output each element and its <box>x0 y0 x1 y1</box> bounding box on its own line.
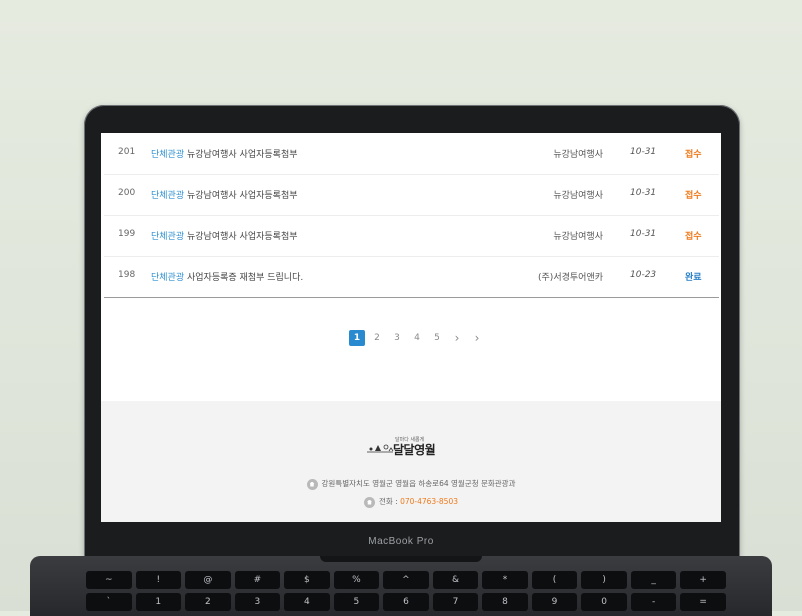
key: 9 <box>531 593 578 611</box>
keyboard-row: ` 1 2 3 4 5 6 7 8 9 0 - = <box>86 593 726 611</box>
key: _ <box>630 571 677 589</box>
footer-address: 강원특별자치도 영월군 영월읍 하송로64 영월군청 문화관광과 <box>101 478 721 490</box>
key: 8 <box>482 593 528 611</box>
row-author: 뉴강남여행사 <box>553 191 603 201</box>
row-title-text[interactable]: 뉴강남여행사 사업자등록첨부 <box>187 232 298 242</box>
row-number: 198 <box>118 270 136 280</box>
status-badge: 접수 <box>685 150 702 160</box>
row-title[interactable]: 단체관광 뉴강남여행사 사업자등록첨부 <box>151 147 298 160</box>
row-number: 199 <box>118 229 136 239</box>
key: 0 <box>581 593 627 611</box>
key: ( <box>531 571 578 589</box>
row-title[interactable]: 단체관광 뉴강남여행사 사업자등록첨부 <box>151 188 298 201</box>
page-link-2[interactable]: 2 <box>369 330 385 346</box>
key: = <box>680 593 726 611</box>
key: # <box>234 571 281 589</box>
key: @ <box>185 571 231 589</box>
row-author: (주)서경투어앤카 <box>538 273 603 283</box>
last-page-icon[interactable]: › <box>469 330 485 346</box>
address-text: 강원특별자치도 영월군 영월읍 하송로64 영월군청 문화관광과 <box>321 479 516 488</box>
logo-illustration-icon <box>367 444 394 453</box>
key: ~ <box>86 571 132 589</box>
footer-phone: 전화 : 070-4763-8503 <box>101 496 721 508</box>
row-date: 10-31 <box>630 229 657 239</box>
table-row[interactable]: 198 단체관광 사업자등록증 재첨부 드립니다. (주)서경투어앤카 10-2… <box>104 256 719 298</box>
row-title-text[interactable]: 뉴강남여행사 사업자등록첨부 <box>187 150 298 160</box>
next-page-icon[interactable]: › <box>449 330 465 346</box>
key: - <box>630 593 677 611</box>
table-row[interactable]: 201 단체관광 뉴강남여행사 사업자등록첨부 뉴강남여행사 10-31 접수 <box>104 133 719 175</box>
status-badge: 완료 <box>685 273 702 283</box>
table-row[interactable]: 200 단체관광 뉴강남여행사 사업자등록첨부 뉴강남여행사 10-31 접수 <box>104 174 719 216</box>
key: 6 <box>383 593 429 611</box>
key: 1 <box>135 593 182 611</box>
row-category: 단체관광 <box>151 273 185 283</box>
row-author: 뉴강남여행사 <box>553 232 603 242</box>
row-title-text[interactable]: 사업자등록증 재첨부 드립니다. <box>187 273 303 283</box>
row-title[interactable]: 단체관광 뉴강남여행사 사업자등록첨부 <box>151 229 298 242</box>
browser-viewport: 201 단체관광 뉴강남여행사 사업자등록첨부 뉴강남여행사 10-31 접수 … <box>101 133 721 522</box>
key: ! <box>135 571 182 589</box>
key: ` <box>86 593 132 611</box>
key: $ <box>284 571 330 589</box>
key: 5 <box>333 593 380 611</box>
page-link-3[interactable]: 3 <box>389 330 405 346</box>
key: % <box>333 571 380 589</box>
row-date: 10-31 <box>630 147 657 157</box>
row-category: 단체관광 <box>151 191 185 201</box>
row-author: 뉴강남여행사 <box>553 150 603 160</box>
key: * <box>482 571 528 589</box>
home-icon <box>363 496 375 508</box>
page-link-4[interactable]: 4 <box>409 330 425 346</box>
phone-number[interactable]: 070-4763-8503 <box>400 497 458 506</box>
page-link-5[interactable]: 5 <box>429 330 445 346</box>
key: ) <box>581 571 627 589</box>
row-number: 200 <box>118 188 136 198</box>
status-badge: 접수 <box>685 191 702 201</box>
logo-text: 달달영월 <box>393 443 436 457</box>
laptop-hinge <box>320 556 482 562</box>
key: 7 <box>432 593 479 611</box>
key: + <box>680 571 726 589</box>
row-number: 201 <box>118 147 136 157</box>
row-category: 단체관광 <box>151 150 185 160</box>
site-logo[interactable]: 달마다 새롭게 달달영월 <box>365 435 465 457</box>
pagination: 1 2 3 4 5 › › <box>349 330 485 346</box>
device-brand: MacBook Pro <box>368 536 434 547</box>
row-category: 단체관광 <box>151 232 185 242</box>
phone-label: 전화 : <box>378 497 398 506</box>
row-date: 10-31 <box>630 188 657 198</box>
key: 4 <box>284 593 330 611</box>
site-footer: 달마다 새롭게 달달영월 강원특별자치도 영월군 영월읍 하송로64 영월군청 … <box>101 401 721 522</box>
keyboard-row: ~ ! @ # $ % ^ & * ( ) _ + <box>86 571 726 589</box>
home-icon <box>306 478 318 490</box>
row-title-text[interactable]: 뉴강남여행사 사업자등록첨부 <box>187 191 298 201</box>
row-title[interactable]: 단체관광 사업자등록증 재첨부 드립니다. <box>151 270 303 283</box>
keyboard: ~ ! @ # $ % ^ & * ( ) _ + ` 1 2 3 4 5 6 … <box>86 571 726 615</box>
key: ^ <box>383 571 429 589</box>
row-date: 10-23 <box>630 270 657 280</box>
key: 2 <box>185 593 231 611</box>
key: & <box>432 571 479 589</box>
page-link-1[interactable]: 1 <box>349 330 365 346</box>
key: 3 <box>234 593 281 611</box>
status-badge: 접수 <box>685 232 702 242</box>
table-row[interactable]: 199 단체관광 뉴강남여행사 사업자등록첨부 뉴강남여행사 10-31 접수 <box>104 215 719 257</box>
